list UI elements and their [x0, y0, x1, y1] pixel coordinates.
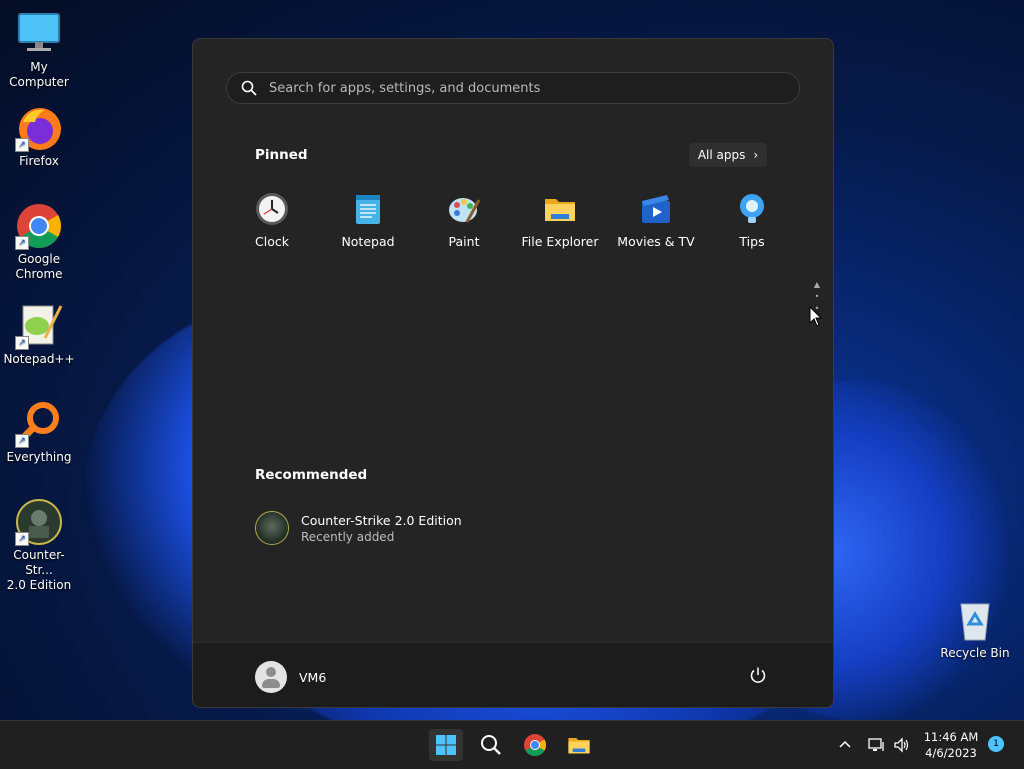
search-icon	[241, 80, 257, 96]
search-box[interactable]: Search for apps, settings, and documents	[226, 72, 800, 104]
pinned-app-notepad[interactable]: Notepad	[320, 189, 416, 249]
desktop-icon-recycle-bin[interactable]: Recycle Bin	[936, 596, 1014, 661]
desktop-icon-google-chrome[interactable]: ↗ Google Chrome	[0, 202, 78, 282]
user-name: VM6	[299, 669, 327, 685]
chevron-up-icon	[839, 740, 851, 748]
desktop-icon-label: Notepad++	[3, 352, 75, 366]
notepad-icon	[351, 192, 385, 226]
counter-strike-icon: ↗	[15, 498, 63, 546]
counter-strike-icon	[255, 511, 289, 545]
desktop-icon-label: Firefox	[19, 154, 59, 168]
pinned-app-tips[interactable]: Tips	[704, 189, 800, 249]
desktop-icon-label: Chrome	[15, 267, 63, 281]
pinned-app-label: Movies & TV	[617, 234, 695, 249]
clock-icon	[255, 192, 289, 226]
pinned-app-clock[interactable]: Clock	[224, 189, 320, 249]
desktop-icon-everything[interactable]: ↗ Everything	[0, 400, 78, 465]
pinned-title: Pinned	[255, 147, 308, 163]
search-placeholder: Search for apps, settings, and documents	[269, 80, 541, 96]
file-explorer-icon	[568, 737, 590, 754]
shortcut-arrow-icon: ↗	[15, 138, 29, 152]
start-menu: Search for apps, settings, and documents…	[192, 38, 834, 708]
taskbar-file-explorer-button[interactable]	[562, 729, 596, 761]
pinned-app-label: Paint	[448, 234, 480, 249]
desktop-icon-label: Google	[17, 252, 61, 266]
clock-button[interactable]: 11:46 AM 4/6/2023	[918, 729, 984, 761]
shortcut-arrow-icon: ↗	[15, 336, 29, 350]
recommended-item[interactable]: Counter-Strike 2.0 Edition Recently adde…	[255, 511, 462, 545]
lightbulb-icon	[735, 192, 769, 226]
start-icon	[436, 735, 456, 755]
show-hidden-icons-button[interactable]	[838, 721, 852, 769]
recommended-item-subtitle: Recently added	[301, 529, 395, 544]
desktop-icon-label: 2.0 Edition	[6, 578, 72, 592]
pinned-app-label: Tips	[739, 234, 765, 249]
pinned-app-file-explorer[interactable]: File Explorer	[512, 189, 608, 249]
all-apps-button[interactable]: All apps ›	[689, 143, 767, 167]
page-dot-icon[interactable]: •	[811, 291, 823, 303]
paint-icon	[447, 192, 481, 226]
avatar	[255, 661, 287, 693]
desktop-icon-counter-strike[interactable]: ↗ Counter-Str... 2.0 Edition	[0, 498, 78, 593]
desktop-icon-label: Counter-Str...	[13, 548, 65, 577]
shortcut-arrow-icon: ↗	[15, 236, 29, 250]
desktop-icon-label: Recycle Bin	[940, 646, 1010, 660]
recommended-title: Recommended	[255, 467, 368, 483]
all-apps-label: All apps	[697, 148, 746, 162]
start-button[interactable]	[429, 729, 463, 761]
start-footer: VM6	[193, 642, 833, 707]
chevron-right-icon: ›	[753, 148, 759, 162]
pinned-app-paint[interactable]: Paint	[416, 189, 512, 249]
everything-search-icon: ↗	[15, 400, 63, 448]
desktop-icon-notepadpp[interactable]: ↗ Notepad++	[0, 302, 78, 367]
shortcut-arrow-icon: ↗	[15, 434, 29, 448]
chrome-icon: ↗	[15, 202, 63, 250]
network-icon[interactable]	[868, 721, 886, 769]
tray-date: 4/6/2023	[925, 746, 977, 760]
notepadpp-icon: ↗	[15, 302, 63, 350]
pinned-app-label: File Explorer	[521, 234, 599, 249]
movies-tv-icon	[639, 192, 673, 226]
folder-icon	[543, 192, 577, 226]
notification-badge[interactable]: 1	[988, 736, 1004, 752]
recycle-bin-icon	[951, 596, 999, 644]
desktop-icon-my-computer[interactable]: My Computer	[0, 10, 78, 90]
taskbar-chrome-button[interactable]	[518, 729, 552, 761]
desktop-icon-label: My Computer	[9, 60, 69, 89]
pinned-app-label: Notepad	[341, 234, 395, 249]
pinned-app-label: Clock	[255, 234, 289, 249]
desktop-icon-label: Everything	[6, 450, 72, 464]
scroll-up-icon[interactable]: ▲	[811, 279, 823, 291]
shortcut-arrow-icon: ↗	[15, 532, 29, 546]
pinned-app-movies-tv[interactable]: Movies & TV	[608, 189, 704, 249]
chrome-icon	[524, 734, 546, 756]
tray-time: 11:46 AM	[923, 730, 979, 744]
taskbar: 11:46 AM 4/6/2023	[0, 720, 1024, 769]
power-icon[interactable]	[749, 666, 767, 684]
search-icon	[481, 735, 501, 755]
monitor-icon	[15, 10, 63, 58]
user-account-button[interactable]: VM6	[255, 661, 326, 693]
firefox-icon: ↗	[15, 104, 63, 152]
taskbar-search-button[interactable]	[474, 729, 508, 761]
desktop-icon-firefox[interactable]: ↗ Firefox	[0, 104, 78, 169]
recommended-item-title: Counter-Strike 2.0 Edition	[301, 512, 462, 528]
volume-icon[interactable]	[893, 721, 911, 769]
